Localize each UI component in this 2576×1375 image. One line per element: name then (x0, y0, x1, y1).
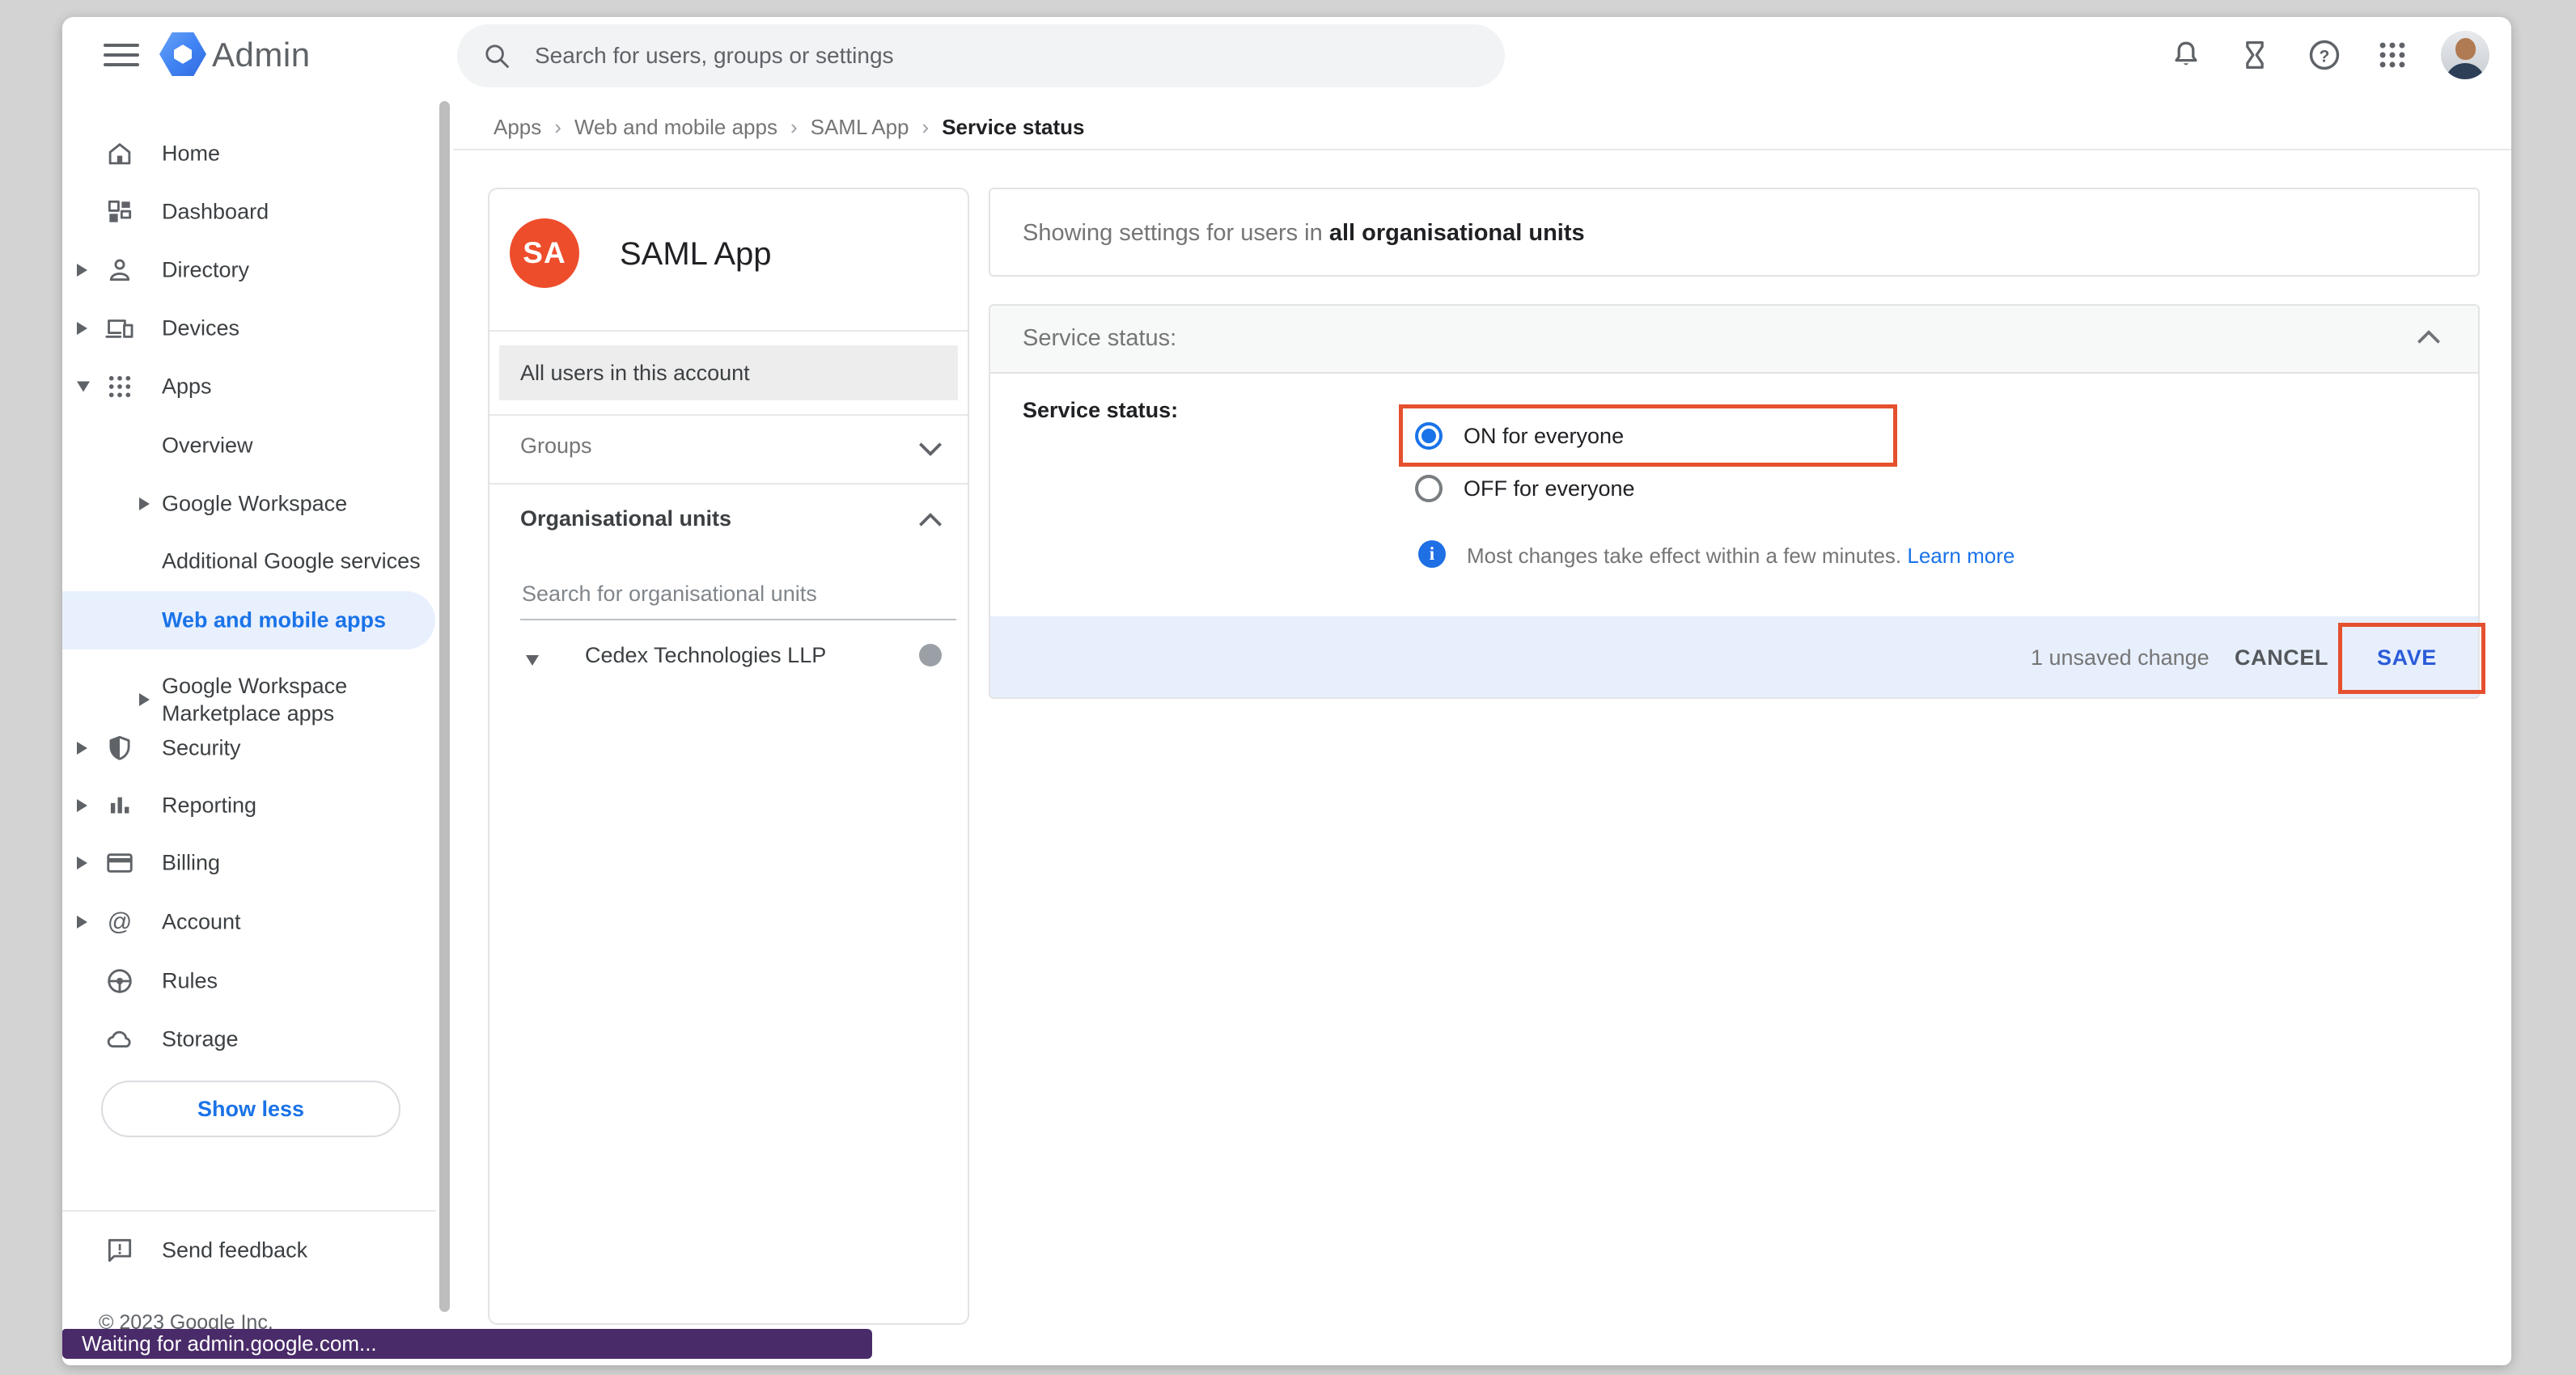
org-tree-status-dot (919, 644, 942, 666)
menu-icon[interactable] (104, 44, 139, 66)
all-users-scope[interactable]: All users in this account (499, 345, 958, 400)
reporting-bars-icon (104, 790, 135, 821)
sidebar-item-storage[interactable]: Storage (62, 1010, 435, 1068)
org-tree-root[interactable]: Cedex Technologies LLP (585, 643, 826, 668)
sidebar-item-reporting[interactable]: Reporting (62, 776, 435, 835)
cancel-button[interactable]: CANCEL (2235, 645, 2328, 671)
caret-right-icon (77, 799, 87, 812)
sidebar-item-home[interactable]: Home (62, 125, 435, 183)
caret-right-icon (139, 693, 150, 706)
directory-person-icon (104, 255, 135, 286)
info-icon: i (1418, 540, 1446, 568)
sidebar-item-web-and-mobile-apps[interactable]: Web and mobile apps (62, 591, 435, 649)
org-units-search[interactable] (520, 581, 944, 607)
caret-right-icon (77, 916, 87, 929)
svg-text:?: ? (2320, 47, 2330, 66)
breadcrumb-separator: › (790, 115, 798, 140)
help-icon[interactable]: ? (2300, 31, 2349, 79)
caret-right-icon (77, 264, 87, 277)
org-units-search-input[interactable] (520, 581, 944, 607)
sidebar-item-account[interactable]: @ Account (62, 893, 435, 951)
global-search[interactable] (457, 24, 1505, 87)
radio-off-label: OFF for everyone (1464, 476, 1635, 501)
sidebar-item-google-workspace[interactable]: Google Workspace (62, 475, 435, 533)
storage-cloud-icon (104, 1024, 135, 1055)
sidebar-scrollbar[interactable] (439, 101, 450, 1312)
sidebar-item-dashboard[interactable]: Dashboard (62, 183, 435, 241)
caret-right-icon (77, 322, 87, 335)
sidebar-item-overview[interactable]: Overview (62, 417, 435, 475)
service-status-header-title: Service status: (1023, 325, 1176, 352)
info-text: Most changes take effect within a few mi… (1467, 544, 2015, 569)
sidebar-item-additional-google-services[interactable]: Additional Google services (62, 532, 435, 590)
rules-wheel-icon (104, 966, 135, 996)
sidebar-item-security[interactable]: Security (62, 719, 435, 777)
service-status-field-label: Service status: (1023, 398, 1178, 423)
radio-row-off[interactable]: OFF for everyone (1415, 475, 1635, 502)
sidebar-item-directory[interactable]: Directory (62, 241, 435, 299)
breadcrumb-divider (453, 149, 2511, 150)
hourglass-icon[interactable] (2231, 31, 2279, 79)
caret-down-icon (77, 382, 90, 392)
panel-divider (489, 330, 968, 332)
sidebar-item-apps[interactable]: Apps (62, 358, 435, 416)
scope-text: Showing settings for users in all organi… (1023, 220, 1585, 247)
dashboard-icon (104, 197, 135, 227)
breadcrumb-current: Service status (942, 115, 1084, 140)
caret-right-icon (77, 742, 87, 755)
sidebar-item-billing[interactable]: Billing (62, 834, 435, 892)
radio-off[interactable] (1415, 475, 1443, 502)
avatar[interactable] (2441, 31, 2489, 79)
annotation-box-on-option (1399, 404, 1897, 467)
org-tree-expand-icon[interactable] (526, 655, 539, 666)
svg-text:@: @ (108, 909, 133, 936)
apps-grid-icon[interactable] (2368, 31, 2417, 79)
account-at-icon: @ (104, 907, 135, 937)
sidebar-divider (62, 1210, 436, 1212)
panel-divider (489, 483, 968, 484)
search-input[interactable] (533, 42, 1481, 70)
breadcrumb-separator: › (922, 115, 930, 140)
browser-status-bar: Waiting for admin.google.com... (62, 1329, 872, 1359)
panel-divider (489, 414, 968, 416)
unsaved-changes-text: 1 unsaved change (2031, 645, 2210, 671)
sidebar-item-rules[interactable]: Rules (62, 952, 435, 1010)
brand-title: Admin (212, 36, 311, 74)
service-status-header[interactable]: Service status: (990, 306, 2478, 374)
apps-grid-icon (104, 371, 135, 402)
org-search-underline (520, 619, 956, 620)
status-text: Waiting for admin.google.com... (82, 1331, 377, 1356)
send-feedback-button[interactable]: Send feedback (62, 1221, 435, 1280)
saml-app-title: SAML App (620, 236, 772, 273)
notifications-bell-icon[interactable] (2162, 31, 2210, 79)
home-icon (104, 138, 135, 169)
annotation-box-save (2338, 623, 2485, 694)
devices-icon (104, 313, 135, 344)
feedback-icon (104, 1235, 135, 1266)
breadcrumb-web-and-mobile-apps[interactable]: Web and mobile apps (574, 115, 777, 140)
breadcrumb-saml-app[interactable]: SAML App (811, 115, 909, 140)
saml-app-avatar: SA (510, 218, 579, 288)
breadcrumb-separator: › (554, 115, 561, 140)
caret-right-icon (77, 857, 87, 869)
sidebar-item-devices[interactable]: Devices (62, 299, 435, 358)
search-icon (481, 40, 512, 71)
groups-section-toggle[interactable]: Groups (520, 434, 592, 459)
show-less-button[interactable]: Show less (101, 1081, 400, 1137)
caret-right-icon (139, 497, 150, 510)
breadcrumb-apps[interactable]: Apps (494, 115, 541, 140)
org-units-section-toggle[interactable]: Organisational units (520, 506, 731, 531)
scope-bold: all organisational units (1329, 220, 1585, 246)
breadcrumb: Apps › Web and mobile apps › SAML App › … (494, 115, 1085, 140)
learn-more-link[interactable]: Learn more (1907, 544, 2015, 568)
security-shield-icon (104, 733, 135, 764)
billing-card-icon (104, 848, 135, 878)
